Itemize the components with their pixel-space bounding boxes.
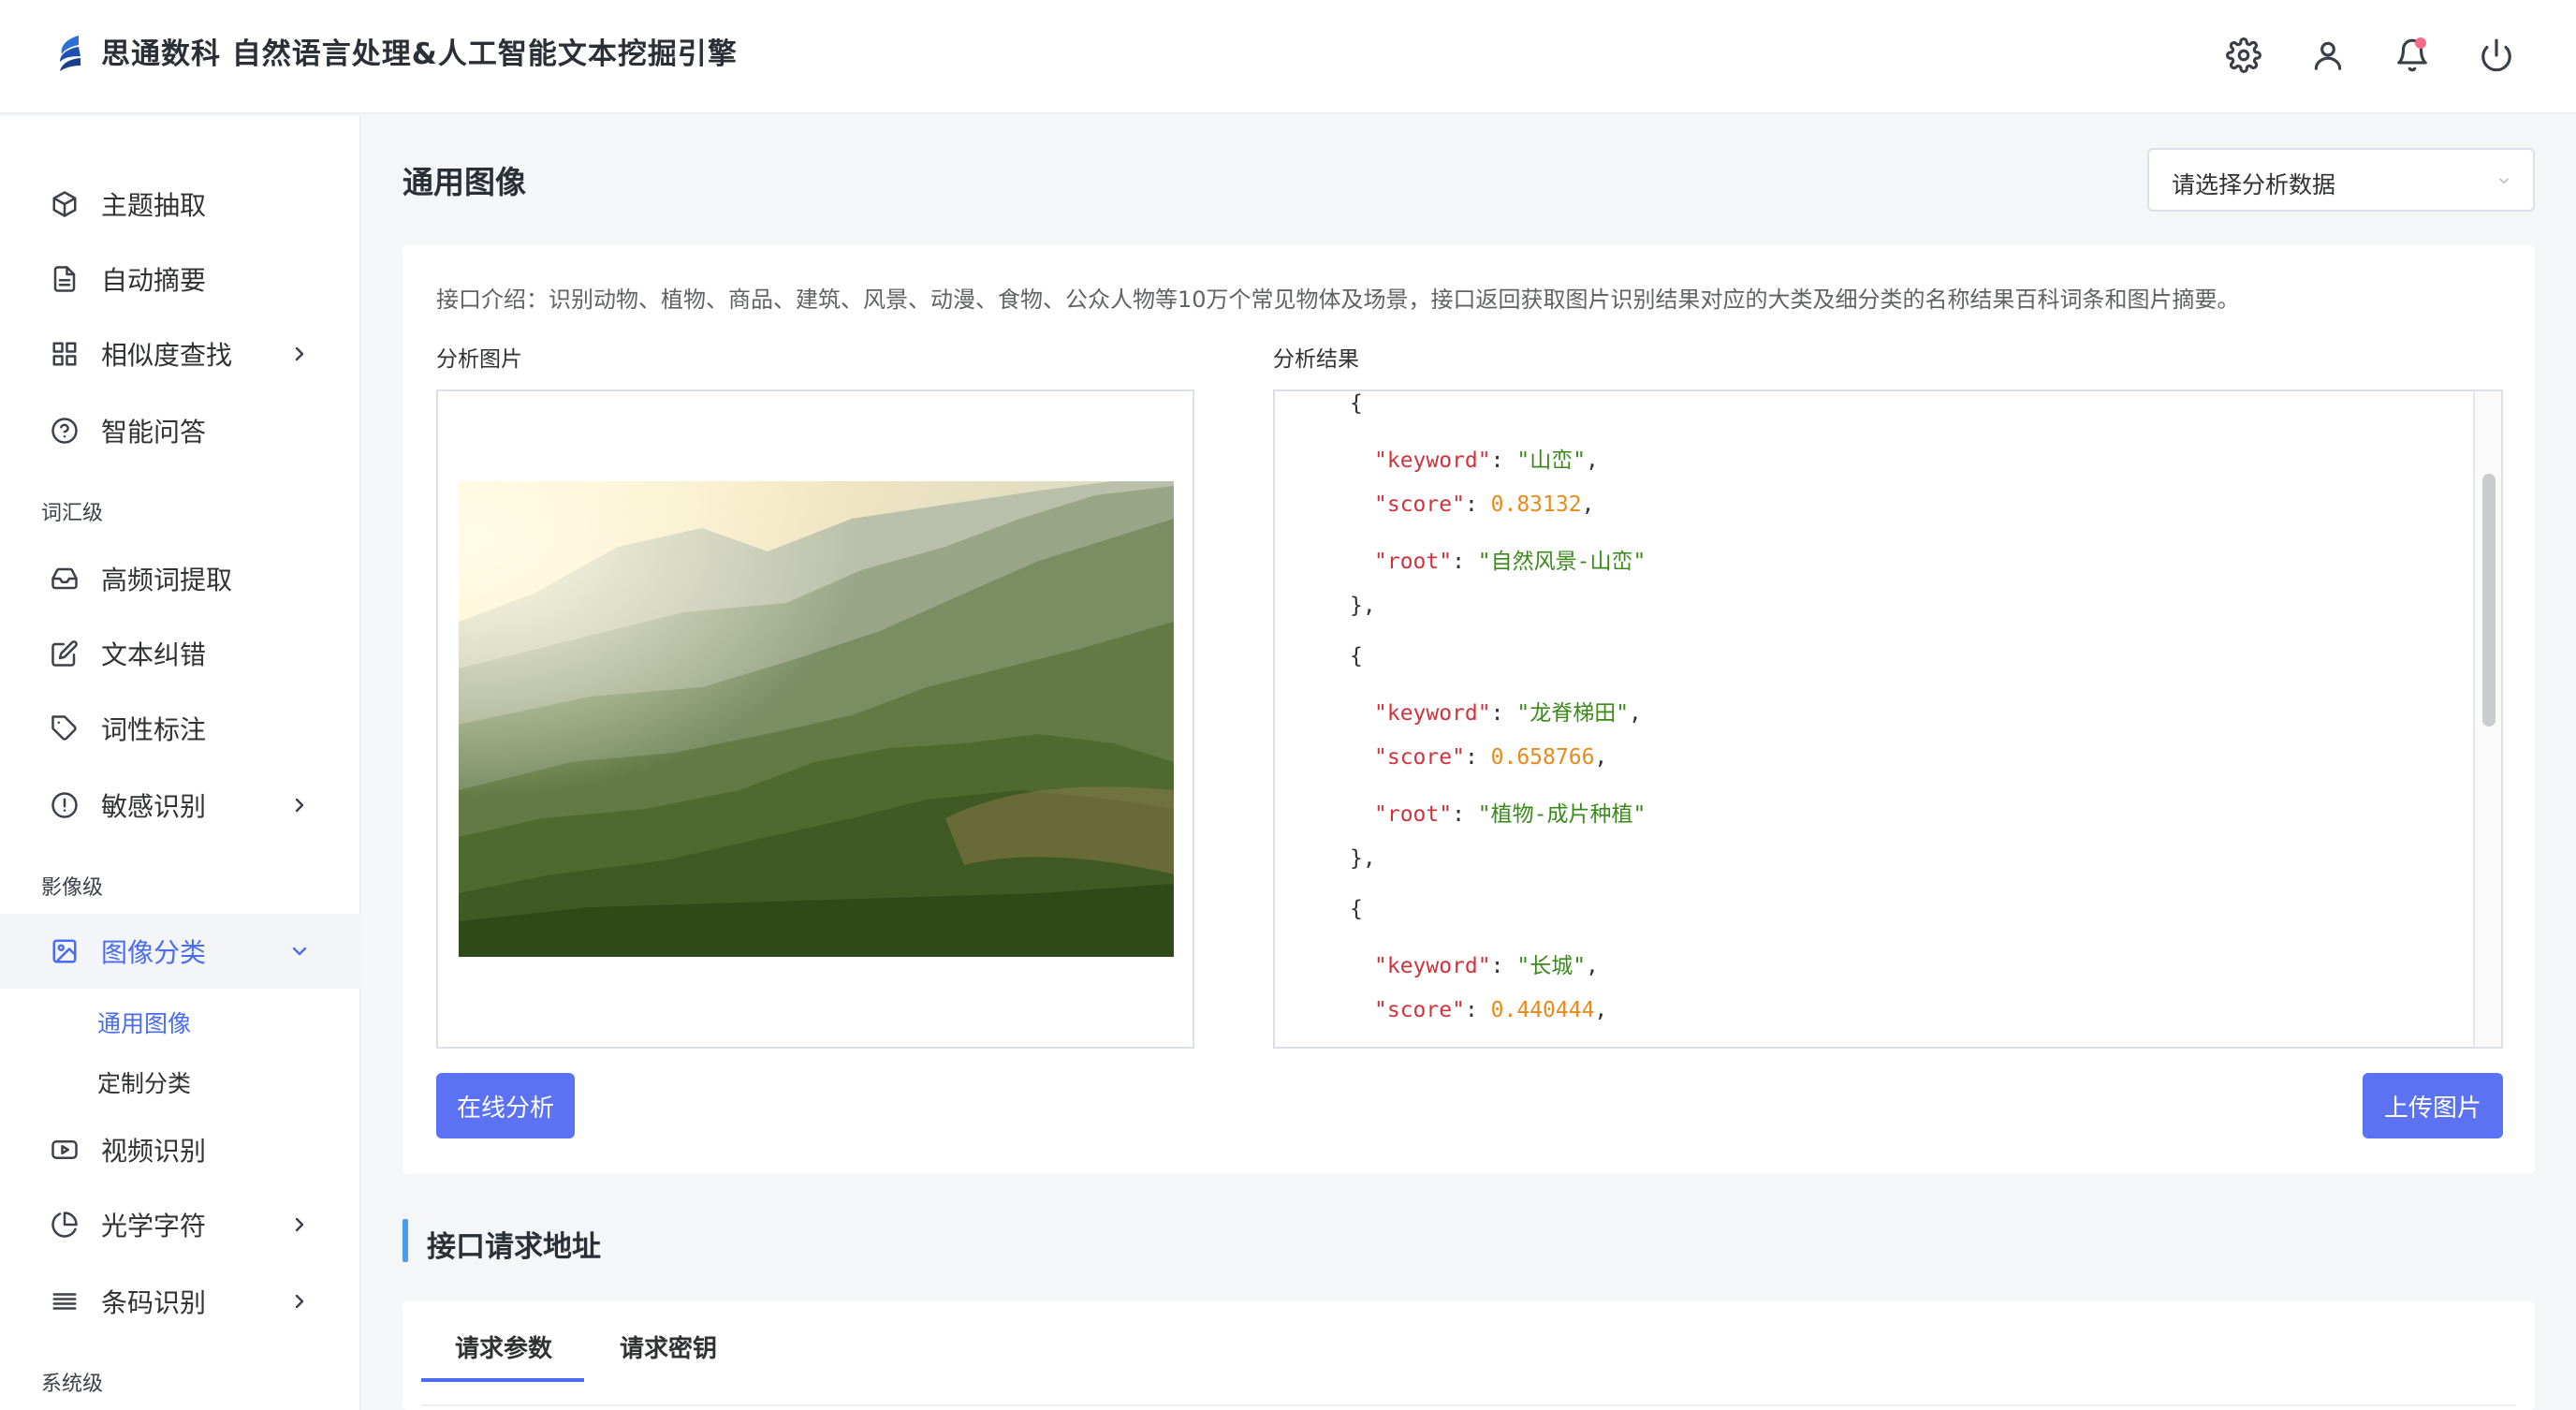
- upload-image-button[interactable]: 上传图片: [2363, 1073, 2503, 1138]
- tab-request-params[interactable]: 请求参数: [455, 1329, 552, 1364]
- pie-icon: [51, 1211, 79, 1239]
- sidebar-item-qa[interactable]: 智能问答: [0, 393, 361, 468]
- sidebar-item-label: 文本纠错: [101, 639, 207, 670]
- notification-badge: [2415, 37, 2426, 49]
- sidebar-subitem-custom-classification[interactable]: 定制分类: [97, 1065, 191, 1099]
- json-brace: {: [1350, 391, 1363, 416]
- sidebar-item-barcode[interactable]: 条码识别: [0, 1264, 361, 1339]
- section-accent-bar: [402, 1219, 408, 1262]
- sidebar-item-label: 智能问答: [101, 417, 207, 448]
- sidebar-item-label: 光学字符: [101, 1211, 207, 1241]
- chevron-right-icon: [288, 343, 311, 365]
- sidebar-item-ocr[interactable]: 光学字符: [0, 1187, 361, 1262]
- sidebar-item-sensitive[interactable]: 敏感识别: [0, 768, 361, 843]
- chevron-right-icon: [288, 1290, 311, 1313]
- tab-request-key[interactable]: 请求密钥: [620, 1329, 717, 1364]
- app-title: 思通数科 自然语言处理&人工智能文本挖掘引擎: [101, 37, 738, 71]
- power-icon: [2481, 38, 2511, 72]
- json-brace: {: [1350, 897, 1363, 921]
- sidebar-item-high-freq[interactable]: 高频词提取: [0, 541, 361, 616]
- gear-icon: [2226, 37, 2261, 73]
- json-brace: {: [1350, 644, 1363, 668]
- result-label: 分析结果: [1273, 347, 1359, 372]
- json-value: 山峦: [1530, 448, 1573, 473]
- barcode-icon: [51, 1287, 79, 1315]
- settings-button[interactable]: [2222, 34, 2265, 77]
- active-tab-indicator: [421, 1378, 584, 1382]
- alert-icon: [51, 791, 79, 819]
- analyze-online-button[interactable]: 在线分析: [436, 1073, 575, 1138]
- logo-icon: [60, 36, 80, 71]
- api-section-title: 接口请求地址: [427, 1230, 601, 1264]
- sidebar-item-video[interactable]: 视频识别: [0, 1112, 361, 1187]
- api-tabs-card: [402, 1301, 2535, 1410]
- json-value: 龙脊梯田: [1530, 701, 1617, 726]
- json-line: "score": 0.440444,: [1374, 998, 1608, 1022]
- json-line: "keyword": "龙脊梯田",: [1374, 701, 1642, 726]
- section-label-image: 影像级: [41, 876, 104, 900]
- image-icon: [51, 937, 79, 965]
- inbox-icon: [51, 565, 79, 593]
- json-value: 0.658766: [1490, 745, 1595, 770]
- json-line: "keyword": "长城",: [1374, 954, 1599, 978]
- top-header: 思通数科 自然语言处理&人工智能文本挖掘引擎: [0, 0, 2576, 114]
- chevron-right-icon: [288, 1213, 311, 1236]
- json-line: "score": 0.658766,: [1374, 745, 1608, 770]
- image-preview-panel: [436, 389, 1194, 1049]
- json-value: 0.440444: [1490, 998, 1595, 1022]
- tab-divider: [421, 1404, 2516, 1406]
- landscape-photo: [459, 481, 1174, 957]
- scrollbar-thumb[interactable]: [2482, 474, 2496, 727]
- sidebar-item-label: 图像分类: [101, 937, 207, 968]
- result-json-panel[interactable]: { "keyword": "山峦", "score": 0.83132, "ro…: [1273, 389, 2503, 1049]
- grid-icon: [51, 340, 79, 368]
- question-icon: [51, 417, 79, 445]
- edit-icon: [51, 639, 79, 668]
- sidebar-item-pos-tagging[interactable]: 词性标注: [0, 691, 361, 766]
- select-placeholder: 请选择分析数据: [2172, 171, 2336, 198]
- sidebar-item-label: 敏感识别: [101, 791, 207, 822]
- chevron-down-icon: [288, 940, 311, 962]
- sidebar-item-label: 视频识别: [101, 1136, 207, 1167]
- image-label: 分析图片: [436, 347, 522, 372]
- sidebar-item-label: 高频词提取: [101, 565, 233, 595]
- json-value: 自然风景-山峦: [1490, 550, 1633, 574]
- result-scrollbar[interactable]: [2473, 391, 2501, 1047]
- section-label-system: 系统级: [41, 1373, 104, 1396]
- tag-icon: [51, 714, 79, 742]
- sidebar-item-label: 自动摘要: [101, 265, 207, 296]
- json-value: 植物-成片种植: [1490, 802, 1633, 827]
- api-intro-text: 接口介绍：识别动物、植物、商品、建筑、风景、动漫、食物、公众人物等10万个常见物…: [436, 286, 2240, 313]
- chevron-right-icon: [288, 794, 311, 816]
- sidebar-item-label: 相似度查找: [101, 340, 233, 371]
- json-line: "root": "自然风景-山峦": [1374, 550, 1647, 574]
- json-brace: },: [1350, 594, 1376, 618]
- json-brace: },: [1350, 846, 1376, 871]
- json-line: "root": "植物-成片种植": [1374, 802, 1647, 827]
- json-line: "keyword": "山峦",: [1374, 448, 1599, 473]
- sidebar-subitem-general-image[interactable]: 通用图像: [97, 1006, 191, 1039]
- sidebar-item-label: 条码识别: [101, 1287, 207, 1318]
- chevron-down-icon: [2496, 172, 2512, 189]
- json-value: 长城: [1530, 954, 1573, 978]
- sidebar-item-similarity[interactable]: 相似度查找: [0, 316, 361, 391]
- json-value: 0.83132: [1490, 492, 1582, 517]
- sidebar-item-label: 主题抽取: [101, 190, 207, 221]
- video-icon: [51, 1136, 79, 1164]
- sidebar-item-image-classification[interactable]: 图像分类: [0, 914, 361, 989]
- logout-button[interactable]: [2475, 34, 2518, 77]
- page-title: 通用图像: [402, 164, 526, 200]
- user-button[interactable]: [2306, 34, 2349, 77]
- sidebar-item-auto-summary[interactable]: 自动摘要: [0, 242, 361, 316]
- sidebar-item-label: 词性标注: [101, 714, 207, 745]
- json-line: "score": 0.83132,: [1374, 492, 1595, 517]
- sidebar-item-correction[interactable]: 文本纠错: [0, 616, 361, 691]
- sidebar-item-topic-extraction[interactable]: 主题抽取: [0, 167, 361, 242]
- section-label-vocab: 词汇级: [41, 502, 104, 525]
- user-icon: [2314, 41, 2342, 70]
- notifications-button[interactable]: [2391, 34, 2434, 77]
- cube-icon: [51, 190, 79, 218]
- analysis-data-select[interactable]: 请选择分析数据: [2147, 148, 2535, 212]
- document-icon: [51, 265, 79, 293]
